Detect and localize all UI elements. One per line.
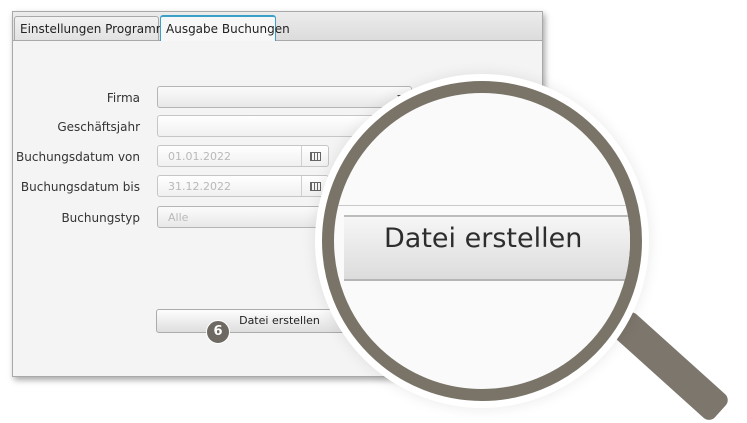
magnifier-icon: Datei erstellen	[322, 81, 642, 401]
buchungsdatum-bis-picker[interactable]: 31.12.2022	[157, 175, 329, 197]
calendar-button-bis[interactable]	[301, 176, 328, 196]
buchungsdatum-von-label: Buchungsdatum von	[16, 150, 140, 164]
buchungstyp-value: Alle	[168, 211, 189, 224]
buchungsdatum-von-picker[interactable]: 01.01.2022	[157, 145, 329, 167]
buchungstyp-label: Buchungstyp	[61, 211, 140, 225]
magnified-edge	[334, 205, 630, 206]
firma-label: Firma	[106, 91, 140, 105]
buchungsdatum-von-value: 01.01.2022	[168, 150, 231, 163]
magnified-button-label: Datei erstellen	[384, 223, 583, 254]
calendar-icon	[309, 181, 321, 191]
tab-ausgabe-buchungen[interactable]: Ausgabe Buchungen	[160, 15, 290, 41]
calendar-icon	[309, 151, 321, 161]
tab-einstellungen-programm[interactable]: Einstellungen Programm	[14, 16, 167, 40]
buchungsdatum-bis-value: 31.12.2022	[168, 180, 231, 193]
tab-bar: Einstellungen Programm Ausgabe Buchungen	[13, 12, 542, 41]
magnifier-view: Datei erstellen	[334, 93, 630, 389]
geschaeftsjahr-label: Geschäftsjahr	[57, 120, 140, 134]
step-badge: 6	[206, 320, 230, 344]
calendar-button-von[interactable]	[301, 146, 328, 166]
buchungsdatum-bis-label: Buchungsdatum bis	[20, 180, 140, 194]
